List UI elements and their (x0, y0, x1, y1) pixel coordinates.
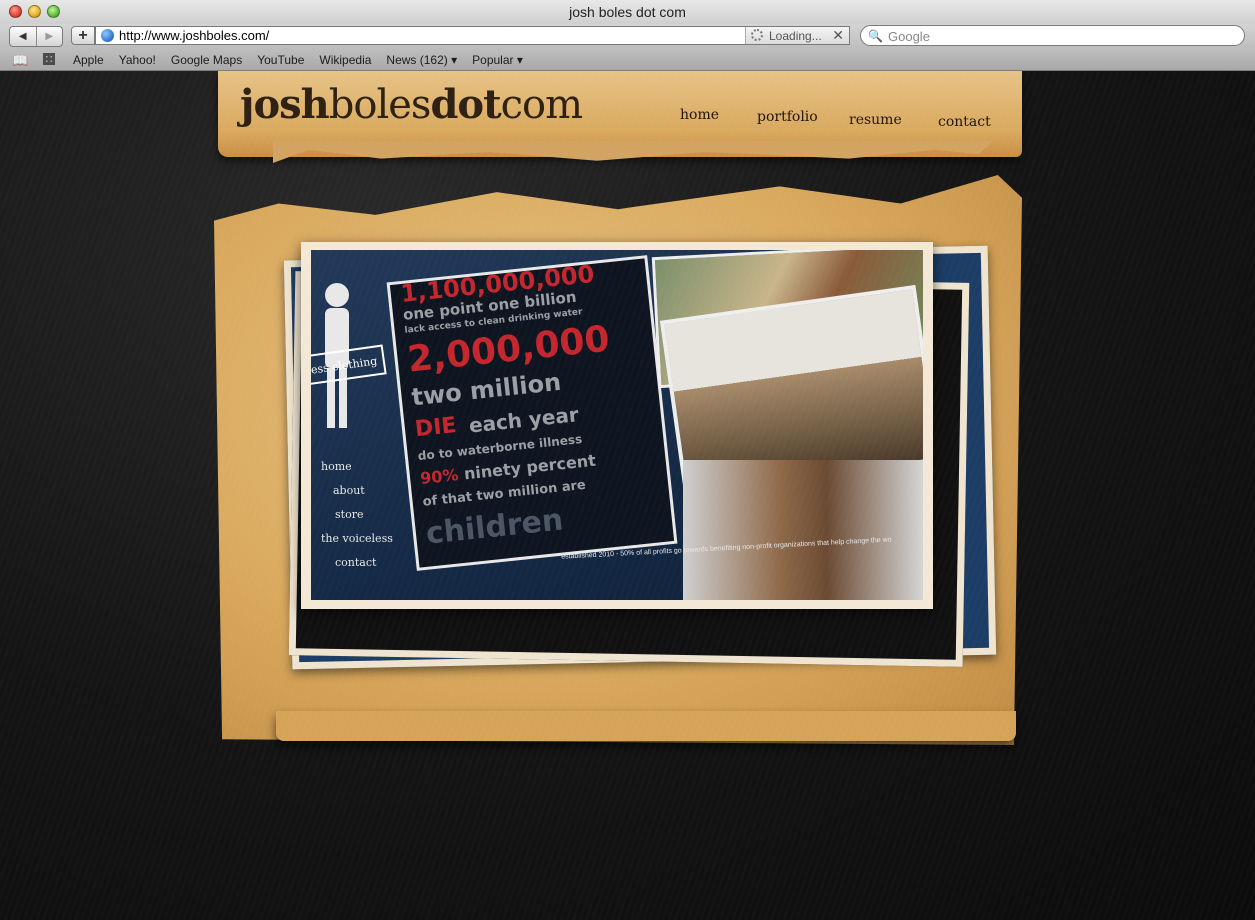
poster-line-waterborne: do to waterborne illness (417, 431, 583, 464)
back-button[interactable]: ◀ (10, 27, 36, 46)
child-silhouette (325, 283, 349, 428)
loading-indicator: Loading... ✕ (745, 27, 849, 44)
poster-line-ninety-number: 90% (419, 465, 460, 488)
site-logo[interactable]: joshbolesdotcom (240, 81, 583, 128)
clothing-sign: ess clothing (311, 344, 387, 386)
title-bar: josh boles dot com (0, 0, 1255, 25)
torn-paper-strip (273, 141, 993, 163)
logo-part-com: com (500, 82, 583, 128)
paper-bottom-edge (276, 711, 1016, 741)
bookmarks-book-icon[interactable]: 📖 (12, 53, 28, 69)
poster-line-ninety-words: ninety percent (463, 450, 597, 484)
bookmark-popular[interactable]: Popular ▾ (472, 53, 523, 67)
stacked-card-back (283, 245, 997, 670)
stacked-card-dark (288, 271, 970, 667)
child-photo-top (651, 250, 923, 389)
showcase-side-nav: home about store the voiceless contact (321, 460, 393, 569)
poster-line-two-million-words: two million (410, 367, 563, 412)
portfolio-card[interactable]: ess clothing home about store the voicel… (301, 242, 933, 609)
portfolio-screenshot: ess clothing home about store the voicel… (311, 250, 923, 600)
showcase-nav-voiceless: the voiceless (321, 532, 393, 545)
poster-line-of-that: of that two million are (421, 477, 587, 510)
add-bookmark-button[interactable]: + (71, 26, 95, 45)
nav-contact[interactable]: contact (938, 114, 991, 130)
forward-button[interactable]: ▶ (35, 27, 63, 46)
bookmark-wikipedia[interactable]: Wikipedia (319, 53, 371, 67)
bookmark-list: Apple Yahoo! Google Maps YouTube Wikiped… (73, 53, 523, 67)
bookmark-google-maps[interactable]: Google Maps (171, 53, 242, 67)
child-closeup-photo (683, 460, 923, 600)
stop-button[interactable]: ✕ (832, 27, 844, 44)
bookmark-news[interactable]: News (162) ▾ (386, 53, 457, 67)
showcase-nav-store: store (335, 508, 364, 521)
water-stats-poster: 1,100,000,000 one point one billion lack… (386, 255, 678, 571)
showcase-nav-about: about (333, 484, 365, 497)
poster-line-die: DIE (413, 413, 458, 443)
search-icon[interactable]: 🔍 (868, 29, 883, 43)
logo-part-dot: dot (430, 81, 501, 128)
poster-line-two-million-number: 2,000,000 (405, 318, 612, 381)
nav-portfolio[interactable]: portfolio (757, 109, 818, 125)
search-placeholder: Google (888, 29, 930, 44)
address-bar[interactable]: http://www.joshboles.com/ Loading... ✕ (95, 26, 850, 45)
bookmark-apple[interactable]: Apple (73, 53, 104, 67)
poster-line-billion-number: 1,100,000,000 (399, 259, 596, 308)
url-text[interactable]: http://www.joshboles.com/ (119, 28, 269, 43)
showcase-nav-contact: contact (335, 556, 377, 569)
poster-line-each-year: each year (467, 402, 580, 438)
loading-text: Loading... (769, 29, 822, 43)
logo-part-josh: josh (240, 81, 330, 128)
toolbar: ◀ ▶ + http://www.joshboles.com/ Loading.… (0, 24, 1255, 50)
nav-home[interactable]: home (680, 107, 719, 123)
window-title: josh boles dot com (569, 4, 686, 20)
showcase-nav-home: home (321, 460, 352, 473)
poster-line-clean-water: lack access to clean drinking water (404, 307, 583, 336)
browser-window: josh boles dot com ◀ ▶ + http://www.josh… (0, 0, 1255, 920)
poster-line-children: children (424, 502, 565, 552)
children-group-photo (659, 284, 923, 498)
web-page: joshbolesdotcom home portfolio resume co… (0, 71, 1255, 920)
bookmarks-bar: 📖 Apple Yahoo! Google Maps YouTube Wikip… (0, 50, 1255, 71)
top-sites-grid-icon[interactable] (43, 53, 55, 65)
bookmark-youtube[interactable]: YouTube (257, 53, 304, 67)
bookmark-yahoo[interactable]: Yahoo! (119, 53, 156, 67)
search-field[interactable]: 🔍 Google (860, 25, 1245, 46)
poster-line-billion-words: one point one billion (402, 287, 578, 324)
nav-resume[interactable]: resume (849, 112, 902, 128)
nav-buttons: ◀ ▶ (9, 26, 63, 47)
showcase-footer-text: established 2010 - 50% of all profits go… (561, 536, 892, 561)
globe-icon (101, 29, 114, 42)
portfolio-paper (214, 175, 1022, 745)
site-header: joshbolesdotcom home portfolio resume co… (218, 71, 1022, 163)
spinner-icon (751, 29, 763, 41)
logo-part-boles: boles (328, 82, 432, 128)
